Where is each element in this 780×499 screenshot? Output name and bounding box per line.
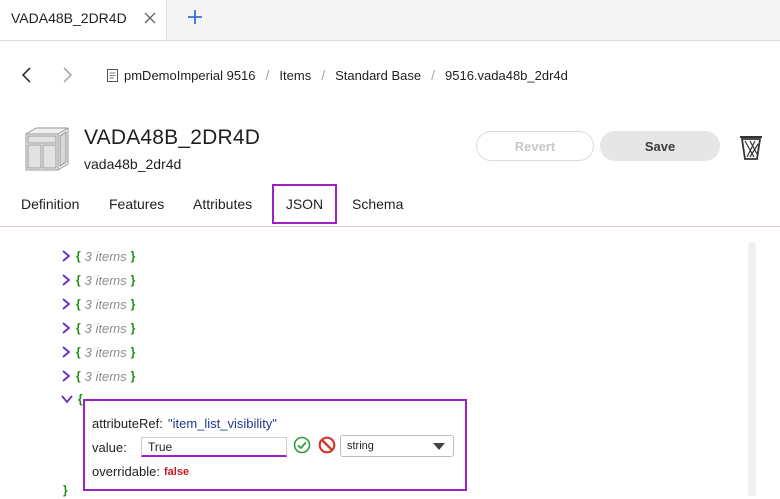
breadcrumb-separator: / (321, 67, 326, 83)
main-tabs: Definition Features Attributes JSON Sche… (0, 184, 780, 227)
back-icon[interactable] (17, 65, 37, 85)
revert-button[interactable]: Revert (476, 131, 594, 161)
tab-json[interactable]: JSON (272, 184, 337, 224)
close-brace: } (130, 249, 136, 263)
close-brace: } (130, 297, 136, 311)
breadcrumb-separator: / (431, 67, 435, 83)
item-title: VADA48B_2DR4D (84, 126, 261, 149)
open-brace: { (76, 273, 81, 287)
tree-node-collapsed[interactable]: { 3 items } (60, 271, 135, 289)
forward-icon[interactable] (57, 65, 77, 85)
tab-strip: VADA48B_2DR4D (0, 0, 780, 41)
chevron-right-icon[interactable] (60, 273, 72, 287)
chevron-right-icon[interactable] (60, 249, 72, 263)
tree-node-collapsed[interactable]: { 3 items } (60, 295, 135, 313)
item-subtitle: vada48b_2dr4d (84, 156, 182, 172)
tree-node-collapsed[interactable]: { 3 items } (60, 343, 135, 361)
overridable-value[interactable]: false (164, 466, 189, 478)
open-brace: { (78, 392, 83, 406)
tree-node-collapsed[interactable]: { 3 items } (60, 247, 135, 265)
trash-icon[interactable] (738, 133, 764, 161)
chevron-right-icon[interactable] (60, 321, 72, 335)
document-icon (107, 68, 118, 82)
item-count: 3 items (84, 272, 127, 288)
tab-title: VADA48B_2DR4D (11, 10, 127, 26)
close-brace: } (130, 321, 136, 335)
cancel-icon[interactable] (318, 436, 336, 454)
chevron-right-icon[interactable] (60, 369, 72, 383)
breadcrumb-item-project[interactable]: pmDemoImperial 9516 (124, 68, 256, 83)
value-label: value: (92, 440, 127, 455)
breadcrumb-item-standard-base[interactable]: Standard Base (335, 68, 421, 83)
value-input[interactable] (141, 437, 287, 457)
open-brace: { (76, 369, 81, 383)
breadcrumb: pmDemoImperial 9516 / Items / Standard B… (107, 67, 568, 83)
tab-attributes[interactable]: Attributes (193, 196, 252, 212)
close-icon[interactable] (140, 8, 160, 28)
tree-node-expanded[interactable]: { (60, 390, 83, 408)
attributeRef-label: attributeRef: (92, 416, 163, 431)
open-brace: { (76, 249, 81, 263)
item-count: 3 items (84, 320, 127, 336)
save-button[interactable]: Save (600, 131, 720, 161)
open-brace: { (76, 321, 81, 335)
tab-vada48b[interactable]: VADA48B_2DR4D (0, 0, 167, 40)
chevron-right-icon[interactable] (60, 345, 72, 359)
item-count: 3 items (84, 296, 127, 312)
attribute-edit-panel: attributeRef: "item_list_visibility" val… (83, 399, 467, 491)
tree-node-collapsed[interactable]: { 3 items } (60, 367, 135, 385)
dropdown-arrow-icon (433, 443, 445, 450)
tree-node-collapsed[interactable]: { 3 items } (60, 319, 135, 337)
item-count: 3 items (84, 248, 127, 264)
breadcrumb-item-current: 9516.vada48b_2dr4d (445, 67, 568, 83)
chevron-right-icon[interactable] (60, 297, 72, 311)
type-select[interactable]: string (340, 435, 454, 457)
item-count: 3 items (84, 368, 127, 384)
open-brace: { (76, 345, 81, 359)
attributeRef-value: "item_list_visibility" (168, 416, 277, 431)
breadcrumb-separator: / (265, 67, 270, 83)
chevron-down-icon[interactable] (60, 392, 74, 406)
close-brace: } (130, 369, 136, 383)
tree-node-end: } (63, 481, 68, 499)
overridable-label: overridable: (92, 464, 160, 479)
type-select-value: string (347, 440, 374, 452)
item-thumbnail (22, 124, 70, 172)
open-brace: { (76, 297, 81, 311)
check-circle-icon[interactable] (293, 436, 311, 454)
item-count: 3 items (84, 344, 127, 360)
close-brace: } (63, 483, 68, 497)
close-brace: } (130, 345, 136, 359)
plus-icon[interactable] (183, 5, 207, 29)
scrollbar[interactable] (748, 242, 756, 497)
tab-features[interactable]: Features (109, 196, 164, 212)
tab-schema[interactable]: Schema (352, 196, 403, 212)
close-brace: } (130, 273, 136, 287)
tab-definition[interactable]: Definition (21, 196, 79, 212)
breadcrumb-item-items[interactable]: Items (279, 68, 311, 83)
